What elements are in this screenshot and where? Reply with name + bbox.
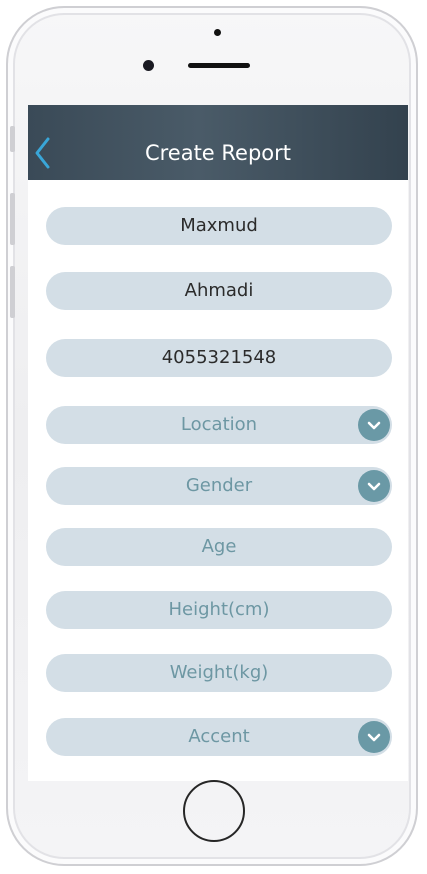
chevron-down-icon[interactable] [358, 409, 390, 441]
gender-select[interactable]: Gender [46, 467, 392, 505]
age-placeholder: Age [201, 536, 237, 557]
location-select[interactable]: Location [46, 406, 392, 444]
age-field[interactable]: Age [46, 528, 392, 566]
first-name-field[interactable]: Maxmud [46, 207, 392, 245]
accent-placeholder: Accent [188, 726, 250, 747]
proximity-sensor [214, 29, 221, 36]
app-screen: Create Report Maxmud Ahmadi 4055321548 L… [28, 105, 408, 781]
gender-placeholder: Gender [185, 475, 253, 496]
navigation-bar: Create Report [28, 105, 408, 180]
page-title: Create Report [144, 141, 292, 165]
mute-switch [10, 126, 15, 152]
first-name-value: Maxmud [180, 215, 258, 236]
accent-select[interactable]: Accent [46, 718, 392, 756]
home-button[interactable] [183, 780, 245, 842]
front-camera [143, 60, 154, 71]
weight-placeholder: Weight(kg) [169, 662, 269, 683]
chevron-down-icon[interactable] [358, 470, 390, 502]
location-placeholder: Location [180, 414, 258, 435]
phone-value: 4055321548 [161, 347, 277, 368]
weight-field[interactable]: Weight(kg) [46, 654, 392, 692]
chevron-down-icon[interactable] [358, 721, 390, 753]
earpiece-speaker [188, 63, 250, 68]
volume-up-button [10, 193, 15, 245]
height-field[interactable]: Height(cm) [46, 591, 392, 629]
volume-down-button [10, 266, 15, 318]
height-placeholder: Height(cm) [168, 599, 270, 620]
phone-field[interactable]: 4055321548 [46, 339, 392, 377]
last-name-value: Ahmadi [184, 280, 254, 301]
last-name-field[interactable]: Ahmadi [46, 272, 392, 310]
